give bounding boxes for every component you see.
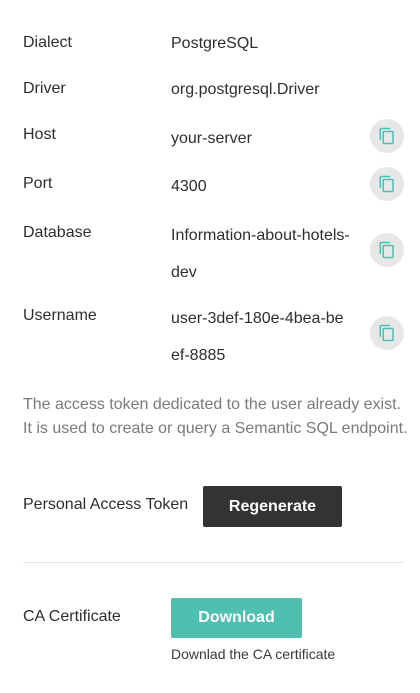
port-label: Port [23, 175, 53, 192]
port-value: 4300 [171, 178, 207, 195]
copy-database-button[interactable] [370, 233, 404, 267]
database-label: Database [23, 224, 92, 241]
username-value: user-3def-180e-4bea-beef-8885 [171, 310, 344, 364]
download-hint: Downlad the CA certificate [171, 646, 336, 662]
access-token-note: The access token dedicated to the user a… [23, 396, 408, 437]
personal-access-token-label: Personal Access Token [23, 496, 189, 513]
copy-username-button[interactable] [370, 316, 404, 350]
host-value: your-server [171, 130, 252, 147]
copy-icon [378, 241, 396, 259]
ca-certificate-label: CA Certificate [23, 608, 121, 625]
driver-label: Driver [23, 80, 66, 97]
regenerate-button[interactable]: Regenerate [203, 486, 342, 527]
copy-icon [378, 324, 396, 342]
dialect-label: Dialect [23, 34, 72, 51]
download-button[interactable]: Download [171, 598, 302, 638]
username-label: Username [23, 307, 97, 324]
host-label: Host [23, 126, 56, 143]
database-value: Information-about-hotels-dev [171, 227, 350, 281]
dialect-value: PostgreSQL [171, 35, 259, 52]
copy-icon [378, 175, 396, 193]
driver-value: org.postgresql.Driver [171, 81, 320, 98]
copy-host-button[interactable] [370, 119, 404, 153]
copy-port-button[interactable] [370, 167, 404, 201]
copy-icon [378, 127, 396, 145]
section-divider [23, 562, 404, 563]
